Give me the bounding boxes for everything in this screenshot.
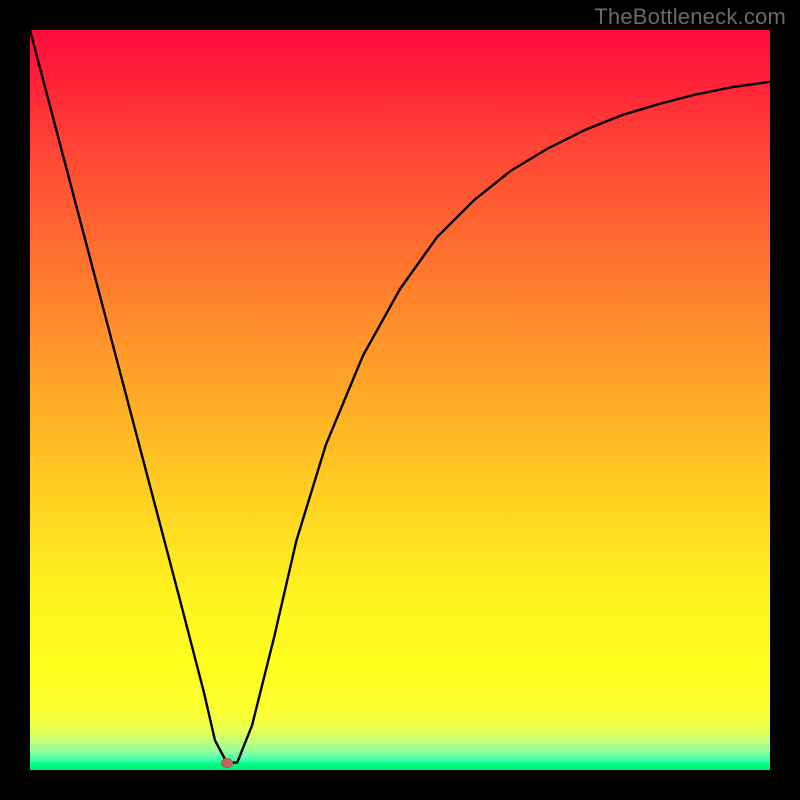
bottleneck-curve (30, 30, 770, 770)
watermark-text: TheBottleneck.com (594, 4, 786, 30)
optimal-marker (221, 758, 233, 768)
curve-path (30, 30, 770, 763)
plot-area (30, 30, 770, 770)
